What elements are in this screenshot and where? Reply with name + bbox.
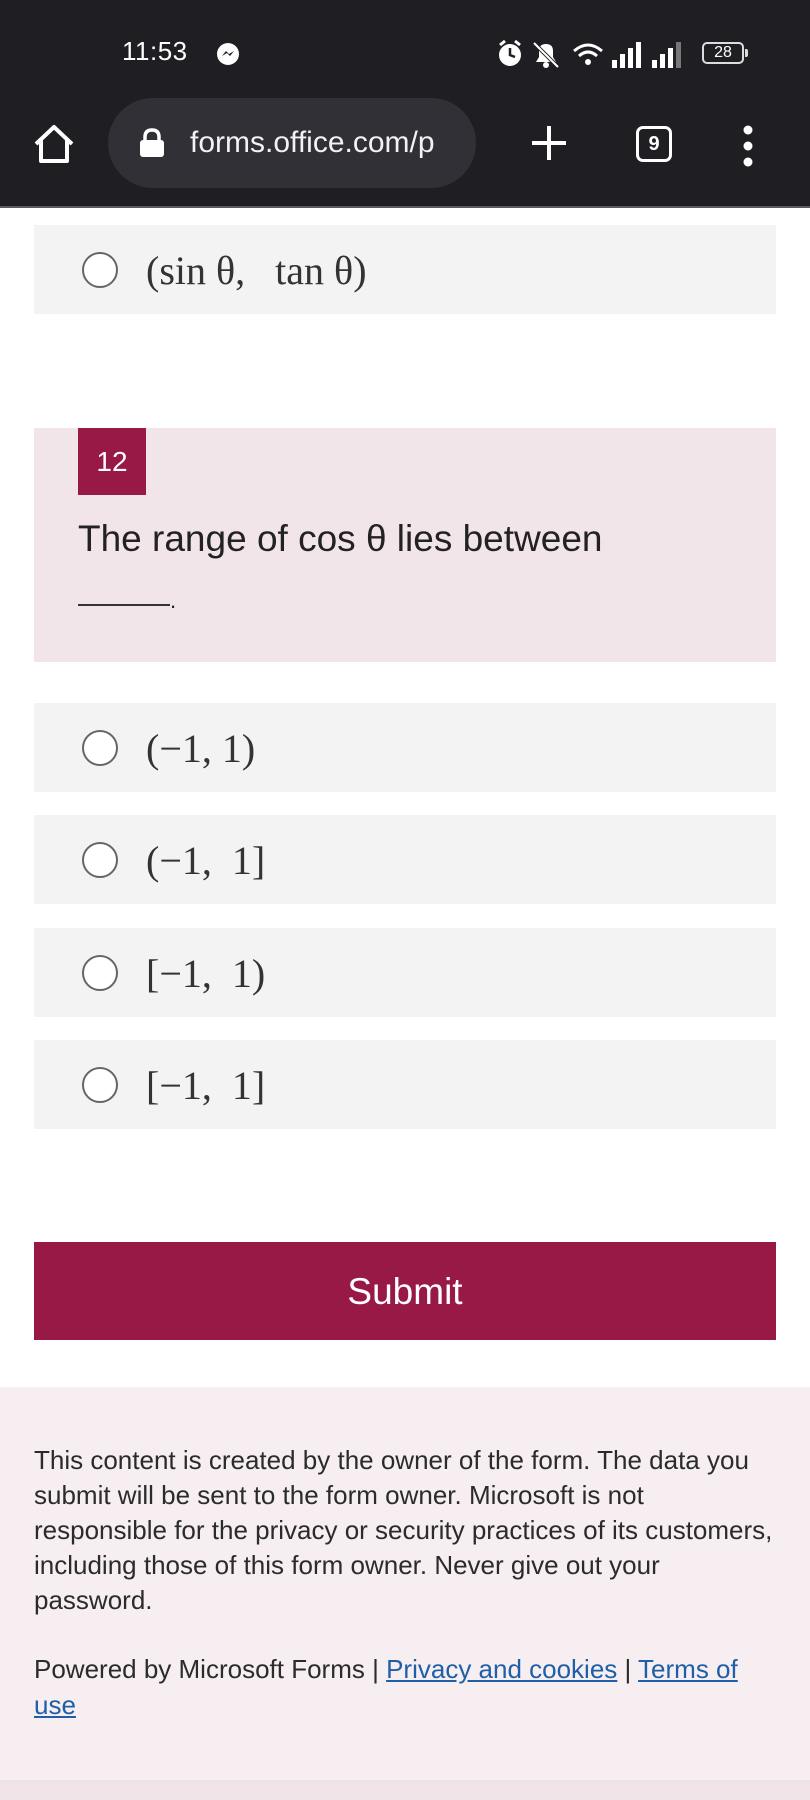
signal-icon [652,42,681,68]
answer-blank [78,604,170,606]
option-label: (−1, 1] [146,838,266,883]
option-label: [−1, 1) [146,951,266,996]
submit-button[interactable]: Submit [34,1242,776,1340]
browser-chrome: 11:53 28 forms.office.com/p 9 [0,0,810,208]
radio-button[interactable] [82,1067,118,1103]
answer-option-2[interactable]: (−1, 1] [34,815,776,904]
question-number: 12 [78,428,146,495]
radio-button[interactable] [82,730,118,766]
question-period: . [170,588,177,613]
tabs-icon[interactable]: 9 [636,126,672,162]
home-icon[interactable] [30,120,78,168]
status-time: 11:53 [122,36,188,66]
option-label: [−1, 1] [146,1063,266,1108]
answer-option-1[interactable]: (−1, 1) [34,703,776,792]
messenger-icon [217,43,239,65]
answer-option-4[interactable]: [−1, 1] [34,1040,776,1129]
radio-button[interactable] [82,955,118,991]
option-label: (sin θ, tan θ) [146,248,367,293]
powered-by-text: Powered by Microsoft Forms | [34,1654,387,1684]
signal-icon [612,42,641,68]
plus-icon[interactable] [528,122,570,164]
lock-icon [140,128,164,157]
link-separator: | [617,1654,639,1684]
previous-question-option[interactable]: (sin θ, tan θ) [34,225,776,314]
footer-links: Powered by Microsoft Forms | Privacy and… [34,1651,779,1723]
url-text[interactable]: forms.office.com/p [190,126,460,160]
option-label: (−1, 1) [146,726,256,771]
mute-icon [532,41,560,69]
menu-icon[interactable] [736,122,760,170]
battery-icon: 28 [702,42,748,64]
radio-button[interactable] [82,842,118,878]
footer-bottom-strip [0,1780,810,1800]
question-card: 12 The range of cos θ lies between . [34,428,776,662]
footer-disclaimer: This content is created by the owner of … [34,1445,773,1615]
chrome-divider [0,206,810,208]
wifi-icon [573,43,603,65]
address-bar[interactable]: forms.office.com/p [108,98,476,188]
answer-option-3[interactable]: [−1, 1) [34,928,776,1017]
question-text: The range of cos θ lies between [78,518,603,559]
alarm-icon [499,39,521,66]
radio-button[interactable] [82,252,118,288]
privacy-link[interactable]: Privacy and cookies [386,1654,617,1684]
footer: This content is created by the owner of … [0,1387,810,1800]
